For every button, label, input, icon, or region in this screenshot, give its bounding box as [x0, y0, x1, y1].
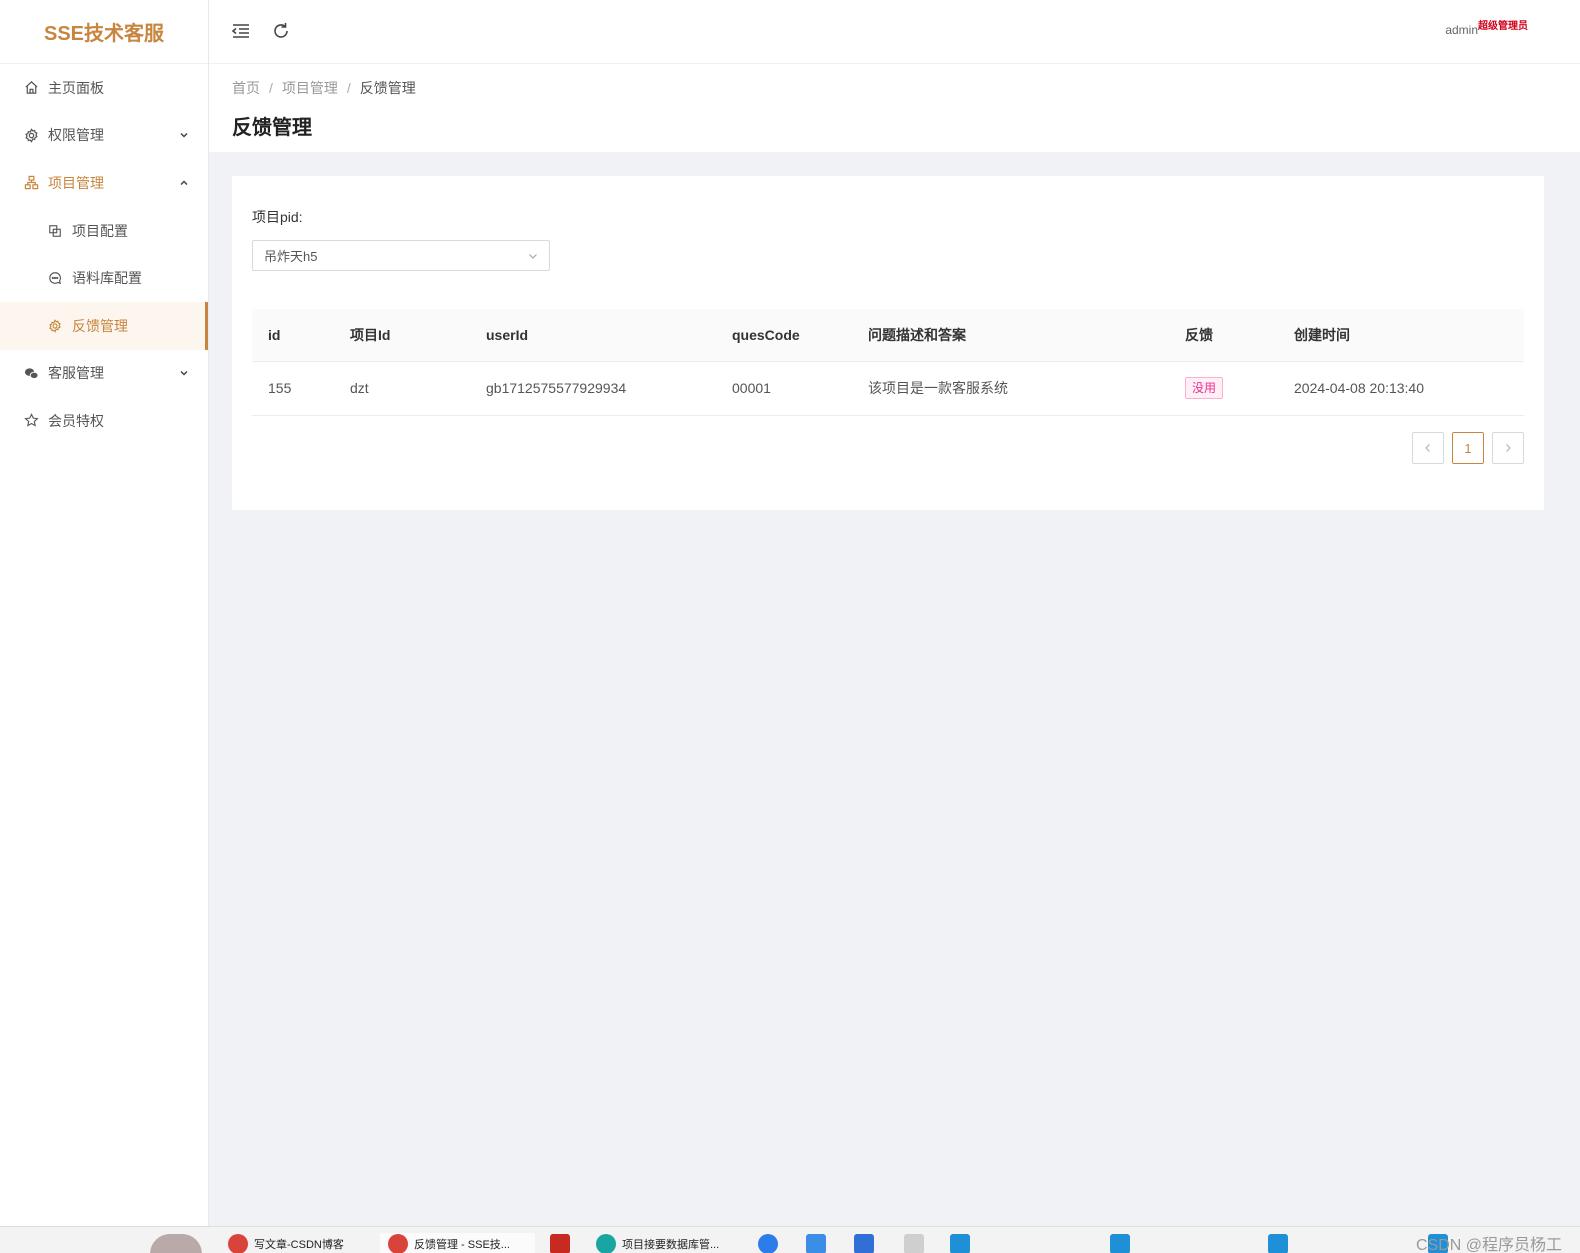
- feedback-tag: 没用: [1185, 377, 1224, 399]
- sidebar-item-projects[interactable]: 项目管理: [0, 159, 208, 207]
- username: admin: [1445, 23, 1478, 37]
- watermark: CSDN @程序员杨工: [1415, 1237, 1562, 1253]
- column-header-id: id: [252, 309, 334, 362]
- page-button[interactable]: 1: [1452, 432, 1484, 464]
- pagination: 1: [1412, 432, 1524, 464]
- chat-bubble-icon: [46, 269, 64, 287]
- folder-icon: [904, 1233, 924, 1253]
- os-taskbar: 写文章-CSDN博客 反馈管理 - SSE技... 项目接要数据库管... CS…: [0, 1226, 1580, 1253]
- sidebar-item-label: 权限管理: [48, 127, 104, 144]
- cell-description: 该项目是一款客服系统: [852, 361, 1169, 416]
- role-badge: 超级管理员: [1478, 21, 1528, 32]
- home-icon: [22, 79, 40, 97]
- chevron-up-icon: [180, 180, 188, 186]
- app-logo[interactable]: SSE技术客服: [0, 0, 208, 64]
- chevron-down-icon: [529, 254, 537, 259]
- breadcrumb-home[interactable]: 首页: [232, 78, 260, 98]
- refresh-icon[interactable]: [270, 20, 292, 42]
- cell-ques-code: 00001: [716, 361, 852, 416]
- app-icon: [550, 1233, 570, 1253]
- sidebar-item-label: 项目管理: [48, 174, 104, 191]
- ide-icon: [1110, 1233, 1130, 1253]
- cell-project-id: dzt: [334, 361, 470, 416]
- top-header: admin超级管理员: [209, 0, 1580, 64]
- breadcrumb-current: 反馈管理: [359, 80, 416, 96]
- page-header: 首页 / 项目管理 / 反馈管理 反馈管理: [209, 64, 1580, 152]
- taskbar-item-db[interactable]: 项目接要数据库管...: [596, 1233, 736, 1253]
- chevron-down-icon: [180, 133, 188, 138]
- sidebar-item-project-config[interactable]: 项目配置: [0, 207, 208, 255]
- feedback-table: id 项目Id userId quesCode 问题描述和答案 反馈 创建时间 …: [252, 309, 1524, 416]
- taskbar-item-ide-3[interactable]: [1268, 1233, 1293, 1253]
- sidebar-item-label: 会员特权: [48, 412, 104, 429]
- at-icon: [758, 1233, 778, 1253]
- sidebar-item-label: 客服管理: [48, 365, 104, 382]
- ide-icon: [1268, 1233, 1288, 1253]
- chevron-down-icon: [180, 371, 188, 376]
- page-title: 反馈管理: [232, 117, 312, 139]
- cell-feedback: 没用: [1169, 361, 1278, 416]
- project-pid-label: 项目pid:: [252, 209, 303, 225]
- cell-created: 2024-04-08 20:13:40: [1278, 361, 1524, 416]
- cell-user-id: gb1712575577929934: [470, 361, 716, 416]
- project-select-value: 吊炸天h5: [264, 249, 318, 264]
- breadcrumb: 首页 / 项目管理 / 反馈管理: [232, 78, 1580, 98]
- sidebar-item-dashboard[interactable]: 主页面板: [0, 64, 208, 112]
- sidebar-item-label: 语料库配置: [72, 270, 142, 287]
- next-page-button[interactable]: [1492, 432, 1524, 464]
- taskbar-item-ide-2[interactable]: [1110, 1233, 1135, 1253]
- breadcrumb-separator: /: [269, 80, 273, 96]
- taskbar-item-csdn[interactable]: 写文章-CSDN博客: [228, 1233, 368, 1253]
- wechat-icon: [22, 364, 40, 382]
- chrome-icon: [388, 1233, 408, 1253]
- ide-icon: [950, 1233, 970, 1253]
- chrome-icon: [228, 1233, 248, 1253]
- chevron-right-icon: [1506, 444, 1511, 452]
- star-icon: [22, 412, 40, 430]
- column-header-ques-code: quesCode: [716, 309, 852, 362]
- sidebar-item-permissions[interactable]: 权限管理: [0, 112, 208, 160]
- menu-fold-icon[interactable]: [230, 20, 252, 42]
- project-select[interactable]: 吊炸天h5: [252, 240, 550, 271]
- cell-id: 155: [252, 361, 334, 416]
- copy-icon: [46, 222, 64, 240]
- taskbar-item-at[interactable]: [758, 1233, 783, 1253]
- taskbar-item-user[interactable]: [854, 1233, 879, 1253]
- content-card: 项目pid: 吊炸天h5 id 项目Id userId quesCode 问题描…: [232, 176, 1544, 510]
- sidebar-item-label: 项目配置: [72, 222, 128, 239]
- edge-icon: [596, 1233, 616, 1253]
- breadcrumb-separator: /: [346, 80, 351, 96]
- taskbar-item-ide-1[interactable]: [950, 1233, 975, 1253]
- chevron-left-icon: [1425, 444, 1430, 452]
- org-chart-icon: [22, 174, 40, 192]
- sidebar-menu: 主页面板 权限管理 项目管理 项目配置 语料库配置 反馈管理 客服管理 会员特权: [0, 64, 208, 445]
- sidebar-item-membership[interactable]: 会员特权: [0, 397, 208, 445]
- column-header-user-id: userId: [470, 309, 716, 362]
- column-header-created: 创建时间: [1278, 309, 1524, 362]
- sidebar-item-customer-service[interactable]: 客服管理: [0, 350, 208, 398]
- prev-page-button[interactable]: [1412, 432, 1444, 464]
- sidebar-item-label: 反馈管理: [72, 317, 128, 334]
- table-row[interactable]: 155 dzt gb1712575577929934 00001 该项目是一款客…: [252, 361, 1524, 416]
- user-menu[interactable]: admin超级管理员: [1445, 21, 1528, 37]
- taskbar-item-app[interactable]: [550, 1233, 575, 1253]
- gear-icon: [46, 317, 64, 335]
- column-header-feedback: 反馈: [1169, 309, 1278, 362]
- table-header-row: id 项目Id userId quesCode 问题描述和答案 反馈 创建时间: [252, 309, 1524, 362]
- taskbar-item-send[interactable]: [806, 1233, 831, 1253]
- taskbar-avatar[interactable]: [150, 1233, 206, 1253]
- column-header-project-id: 项目Id: [334, 309, 470, 362]
- gear-icon: [22, 126, 40, 144]
- taskbar-item-folder[interactable]: [904, 1233, 929, 1253]
- sidebar: SSE技术客服 主页面板 权限管理 项目管理 项目配置 语料库配置 反馈管理 客…: [0, 0, 209, 1226]
- user-icon: [854, 1233, 874, 1253]
- breadcrumb-parent[interactable]: 项目管理: [282, 78, 338, 98]
- taskbar-item-feedback[interactable]: 反馈管理 - SSE技...: [380, 1233, 535, 1253]
- avatar: [150, 1233, 202, 1253]
- send-icon: [806, 1233, 826, 1253]
- sidebar-item-label: 主页面板: [48, 79, 104, 96]
- column-header-description: 问题描述和答案: [852, 309, 1169, 362]
- sidebar-item-corpus-config[interactable]: 语料库配置: [0, 254, 208, 302]
- sidebar-item-feedback[interactable]: 反馈管理: [0, 301, 208, 350]
